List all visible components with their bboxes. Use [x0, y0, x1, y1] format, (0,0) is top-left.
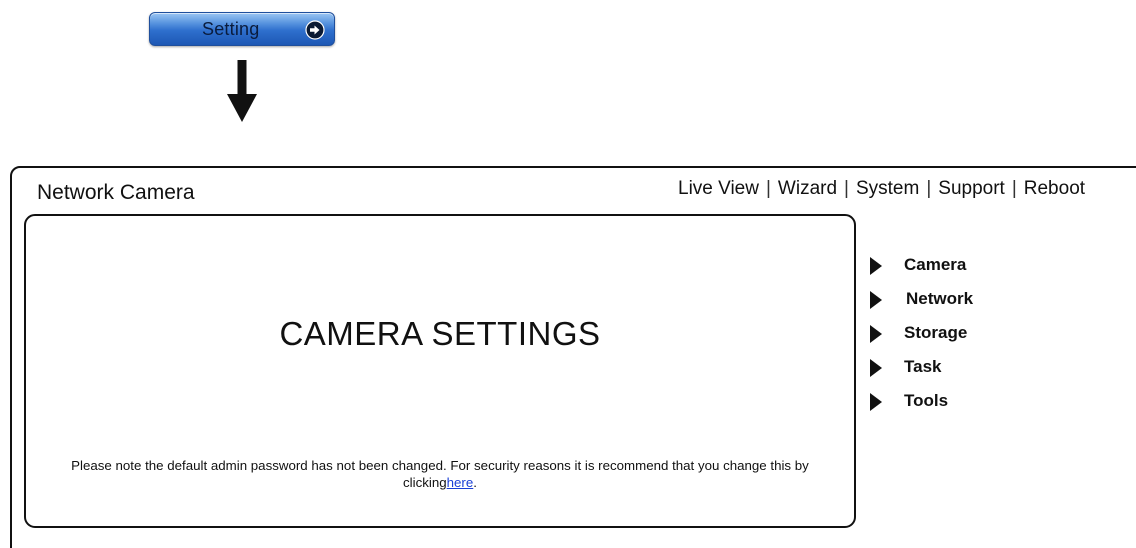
app-title: Network Camera [37, 181, 195, 204]
sidebar-item-label: Tools [904, 391, 949, 410]
settings-side-menu: Camera Network Storage Task Tools [870, 254, 1070, 424]
sidebar-item-camera[interactable]: Camera [870, 254, 1070, 288]
main-content-panel: CAMERA SETTINGS Please note the default … [24, 214, 856, 528]
arrow-down-icon [227, 60, 257, 122]
triangle-right-icon [870, 257, 882, 275]
nav-separator: | [844, 178, 849, 199]
sidebar-item-label: Camera [904, 255, 967, 274]
sidebar-item-task[interactable]: Task [870, 356, 1070, 390]
notice-end: . [473, 475, 477, 490]
sidebar-item-label: Task [904, 357, 942, 376]
nav-reboot[interactable]: Reboot [1024, 178, 1085, 199]
page-heading: CAMERA SETTINGS [279, 315, 601, 352]
password-notice: Please note the default admin password h… [40, 457, 840, 491]
setting-button[interactable]: Setting [149, 12, 335, 46]
nav-live-view[interactable]: Live View [678, 178, 759, 199]
triangle-right-icon [870, 291, 882, 309]
nav-separator: | [926, 178, 932, 199]
notice-text: Please note the default admin password h… [71, 458, 809, 490]
setting-button-label: Setting [202, 19, 260, 39]
page: Setting Network Camera Live View | Wizard |… [0, 0, 1136, 548]
sidebar-item-network[interactable]: Network [870, 288, 1070, 322]
change-password-link[interactable]: here [447, 475, 474, 490]
arrow-right-circle-icon [305, 20, 325, 40]
sidebar-item-tools[interactable]: Tools [870, 390, 1070, 424]
triangle-right-icon [870, 393, 882, 411]
top-navigation: Live View | Wizard | System | Support | Reboot [678, 178, 1085, 200]
triangle-right-icon [870, 325, 882, 343]
triangle-right-icon [870, 359, 882, 377]
sidebar-item-storage[interactable]: Storage [870, 322, 1070, 356]
sidebar-item-label: Storage [904, 323, 968, 342]
nav-support[interactable]: Support [938, 178, 1005, 199]
nav-separator: | [1011, 178, 1017, 199]
nav-separator: | [765, 178, 771, 199]
sidebar-item-label: Network [906, 289, 974, 308]
nav-wizard[interactable]: Wizard [778, 178, 837, 199]
nav-system[interactable]: System [856, 178, 919, 199]
